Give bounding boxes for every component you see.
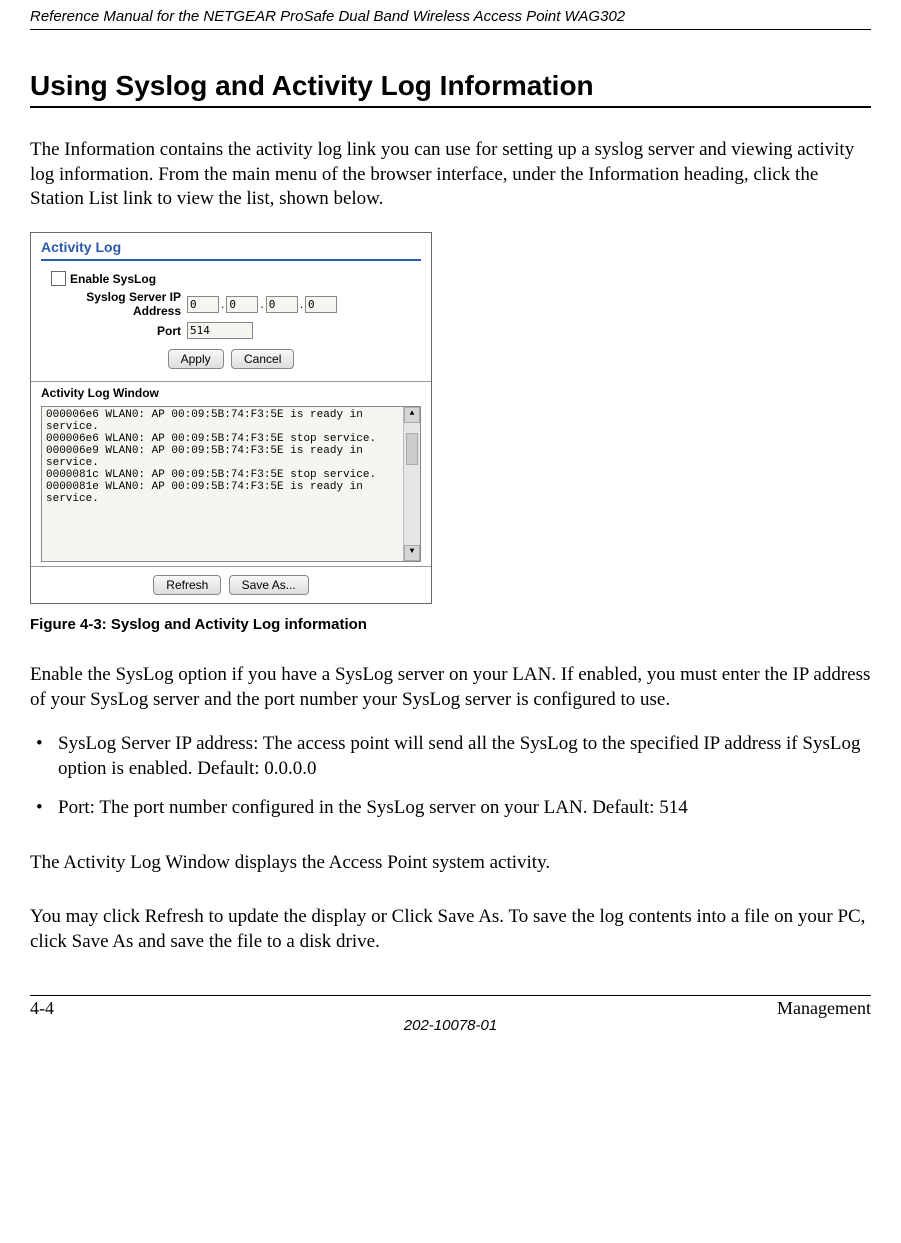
save-as-button[interactable]: Save As... <box>229 575 309 595</box>
ip-octet-4[interactable] <box>305 296 337 313</box>
footer-page-number: 4-4 <box>30 998 54 1019</box>
ip-address-label: Syslog Server IP Address <box>41 290 181 318</box>
port-label: Port <box>41 324 181 338</box>
scroll-down-icon[interactable]: ▼ <box>404 545 420 561</box>
ip-octet-1[interactable] <box>187 296 219 313</box>
paragraph-3: You may click Refresh to update the disp… <box>30 905 871 954</box>
scroll-up-icon[interactable]: ▲ <box>404 407 420 423</box>
footer-section: Management <box>777 998 871 1019</box>
cancel-button[interactable]: Cancel <box>231 349 294 369</box>
activity-log-window-label: Activity Log Window <box>31 381 431 402</box>
enable-syslog-checkbox[interactable] <box>51 271 66 286</box>
footer-document-id: 202-10078-01 <box>30 1017 871 1034</box>
log-content: 000006e6 WLAN0: AP 00:09:5B:74:F3:5E is … <box>46 409 376 505</box>
ip-octet-2[interactable] <box>226 296 258 313</box>
running-header: Reference Manual for the NETGEAR ProSafe… <box>30 0 871 30</box>
paragraph-1: Enable the SysLog option if you have a S… <box>30 663 871 712</box>
dot-separator: . <box>221 297 224 311</box>
ip-octet-3[interactable] <box>266 296 298 313</box>
bullet-port: Port: The port number configured in the … <box>30 796 871 821</box>
apply-button[interactable]: Apply <box>168 349 224 369</box>
bullet-syslog-ip: SysLog Server IP address: The access poi… <box>30 732 871 781</box>
dot-separator: . <box>300 297 303 311</box>
page-footer: 4-4 Management <box>30 995 871 1019</box>
dot-separator: . <box>260 297 263 311</box>
scrollbar[interactable]: ▲▼ <box>403 407 420 561</box>
port-input[interactable] <box>187 322 253 339</box>
activity-log-screenshot: Activity Log Enable SysLog Syslog Server… <box>30 232 432 604</box>
figure-caption: Figure 4-3: Syslog and Activity Log info… <box>30 616 871 633</box>
intro-paragraph: The Information contains the activity lo… <box>30 138 871 212</box>
panel-title: Activity Log <box>31 233 431 257</box>
activity-log-textarea[interactable]: 000006e6 WLAN0: AP 00:09:5B:74:F3:5E is … <box>41 406 421 562</box>
divider <box>41 259 421 261</box>
refresh-button[interactable]: Refresh <box>153 575 221 595</box>
section-heading: Using Syslog and Activity Log Informatio… <box>30 70 871 108</box>
scroll-thumb[interactable] <box>406 433 418 465</box>
enable-syslog-label: Enable SysLog <box>70 272 156 286</box>
paragraph-2: The Activity Log Window displays the Acc… <box>30 851 871 876</box>
